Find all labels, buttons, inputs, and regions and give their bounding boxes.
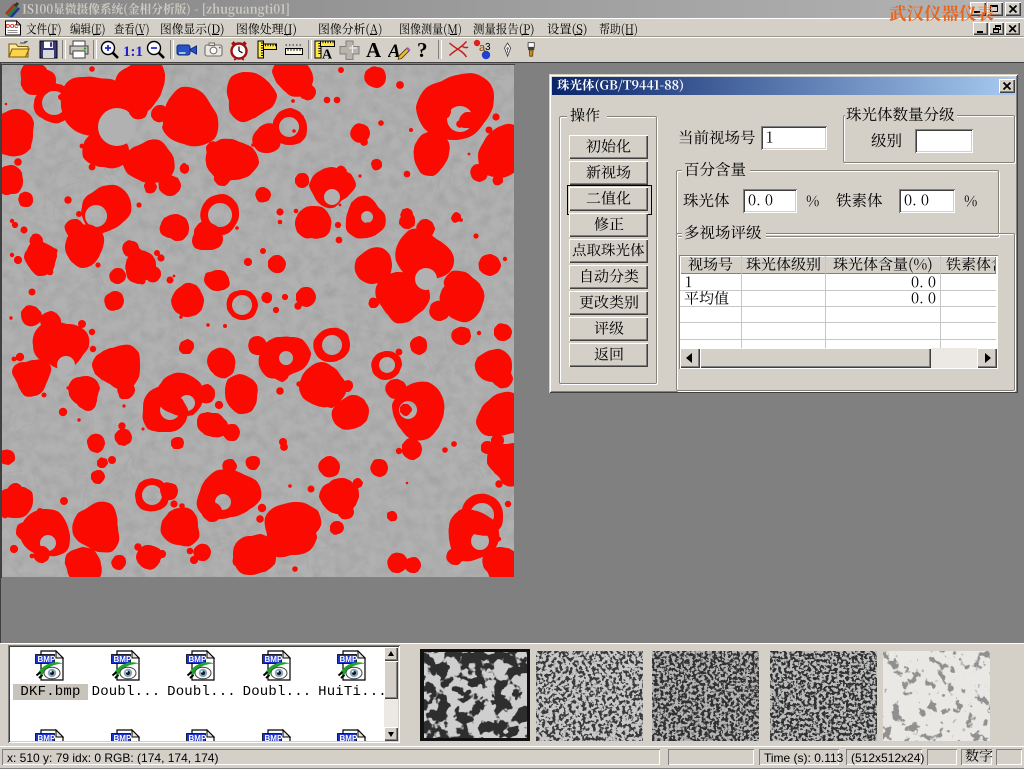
svg-text:BMP: BMP	[189, 734, 207, 741]
svg-text:DOC: DOC	[6, 24, 18, 30]
svg-text:?: ?	[417, 38, 428, 62]
svg-text:BMP: BMP	[340, 734, 358, 741]
svg-text:BMP: BMP	[38, 734, 56, 741]
svg-text:A: A	[366, 38, 382, 62]
svg-text:1:1: 1:1	[123, 44, 143, 60]
svg-text:BMP: BMP	[264, 734, 282, 741]
svg-text:BMP: BMP	[113, 734, 131, 741]
svg-text:A: A	[322, 48, 333, 62]
svg-text:3: 3	[485, 42, 491, 53]
